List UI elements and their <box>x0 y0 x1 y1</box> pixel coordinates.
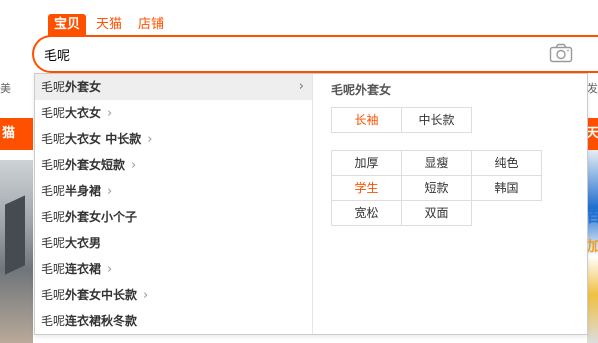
suggestion-keyword: 毛呢 <box>41 80 66 94</box>
attribute-tag[interactable]: 韩国 <box>472 176 542 201</box>
chevron-right-icon: › <box>107 184 113 199</box>
suggestion-keyword: 毛呢 <box>41 288 66 302</box>
search-box <box>32 35 598 73</box>
suggestion-item[interactable]: 毛呢外套女小个子 <box>35 204 312 230</box>
suggestion-completion: 大衣女 中长款 <box>65 132 142 146</box>
suggestion-completion: 半身裙 <box>65 184 102 198</box>
attribute-tag[interactable]: 中长款 <box>402 108 472 133</box>
suggestion-completion: 大衣男 <box>65 236 102 250</box>
suggestion-keyword: 毛呢 <box>41 158 66 172</box>
chevron-right-icon: › <box>298 79 304 94</box>
attribute-tag[interactable]: 双面 <box>402 201 472 226</box>
attribute-tag-group-1: 长袖 中长款 <box>331 107 472 133</box>
attribute-tag-group-2: 加厚 显瘦 纯色 学生 短款 韩国 宽松 双面 <box>331 150 542 226</box>
attribute-tag[interactable]: 学生 <box>332 176 402 201</box>
suggestion-keyword: 毛呢 <box>41 184 66 198</box>
chevron-right-icon: › <box>107 106 113 121</box>
attribute-tag[interactable]: 长袖 <box>332 108 402 133</box>
attribute-tag[interactable]: 加厚 <box>332 151 402 176</box>
suggestion-item[interactable]: 毛呢大衣女 中长款 › <box>35 126 312 152</box>
suggestion-keyword: 毛呢 <box>41 314 66 328</box>
suggestion-item[interactable]: 毛呢外套女 › <box>35 74 312 100</box>
attribute-tag[interactable]: 显瘦 <box>402 151 472 176</box>
suggestion-keyword: 毛呢 <box>41 262 66 276</box>
promo-text-right-2: 加 <box>587 239 598 255</box>
subpanel-title: 毛呢外套女 <box>331 83 392 97</box>
suggestion-completion: 外套女小个子 <box>65 210 138 224</box>
promo-text-right-1: 百 <box>587 210 598 226</box>
promo-image-left[interactable] <box>0 160 33 343</box>
suggestion-item[interactable]: 毛呢半身裙 › <box>35 178 312 204</box>
chevron-right-icon: › <box>147 132 153 147</box>
suggestion-list: 毛呢外套女 › 毛呢大衣女 › 毛呢大衣女 中长款 › 毛呢外套女短款 › 毛呢半身裙… <box>35 74 313 334</box>
suggestion-completion: 外套女中长款 <box>65 288 138 302</box>
suggestion-keyword: 毛呢 <box>41 210 66 224</box>
search-tabs: 宝贝 天猫 店铺 <box>48 14 170 36</box>
suggestion-item[interactable]: 毛呢连衣裙秋冬款 <box>35 308 312 334</box>
suggestion-keyword: 毛呢 <box>41 236 66 250</box>
tab-shop[interactable]: 店铺 <box>132 14 170 36</box>
suggestion-completion: 大衣女 <box>65 106 102 120</box>
chevron-right-icon: › <box>107 262 113 277</box>
suggestion-item[interactable]: 毛呢外套女短款 › <box>35 152 312 178</box>
page: 美 发 猫 天猫 百 加 宝贝 天猫 店铺 毛呢外套女 › 毛呢大衣女› <box>0 0 598 343</box>
suggestion-keyword: 毛呢 <box>41 106 66 120</box>
tab-baobei[interactable]: 宝贝 <box>48 14 87 36</box>
suggestion-item[interactable]: 毛呢大衣男 <box>35 230 312 256</box>
suggestion-subpanel: 毛呢外套女 长袖 中长款 加厚 显瘦 纯色 学生 短款 韩国 宽松 双面 <box>331 74 581 334</box>
attribute-tag[interactable]: 宽松 <box>332 201 402 226</box>
category-banner-left[interactable]: 猫 <box>0 118 33 150</box>
suggestion-completion: 外套女短款 <box>65 158 126 172</box>
suggestion-item[interactable]: 毛呢外套女中长款 › <box>35 282 312 308</box>
chevron-right-icon: › <box>143 288 149 303</box>
suggestion-item[interactable]: 毛呢大衣女 › <box>35 100 312 126</box>
chevron-right-icon: › <box>131 158 137 173</box>
suggestion-item[interactable]: 毛呢连衣裙 › <box>35 256 312 282</box>
suggestion-completion: 连衣裙 <box>65 262 102 276</box>
tab-tmall[interactable]: 天猫 <box>90 14 128 36</box>
suggestion-completion: 外套女 <box>65 80 102 94</box>
background-text-right: 发 <box>587 82 598 95</box>
background-text-left: 美 <box>0 82 11 95</box>
search-input[interactable] <box>44 42 524 66</box>
camera-icon[interactable] <box>549 43 573 63</box>
attribute-tag[interactable]: 短款 <box>402 176 472 201</box>
attribute-tag[interactable]: 纯色 <box>472 151 542 176</box>
suggestion-completion: 连衣裙秋冬款 <box>65 314 138 328</box>
suggestion-keyword: 毛呢 <box>41 132 66 146</box>
suggestion-dropdown: 毛呢外套女 › 毛呢大衣女 › 毛呢大衣女 中长款 › 毛呢外套女短款 › 毛呢半身裙… <box>34 73 588 335</box>
